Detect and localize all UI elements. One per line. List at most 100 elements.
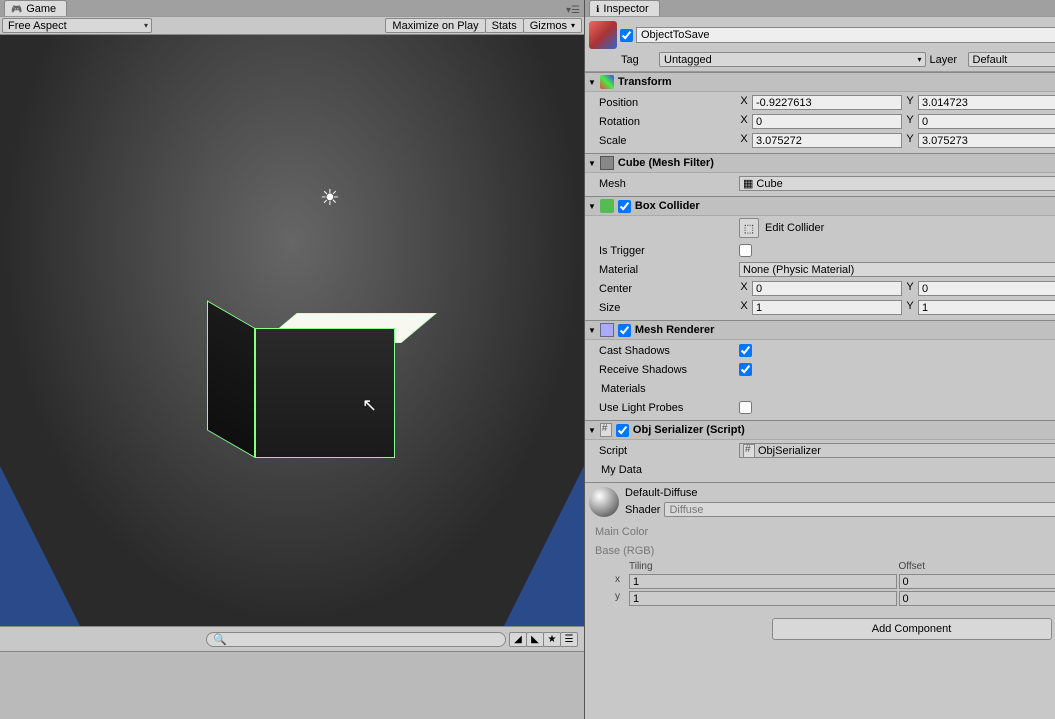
stats-button[interactable]: Stats bbox=[485, 18, 524, 33]
main-color-label: Main Color bbox=[595, 526, 648, 538]
favorite-icon[interactable]: ★ bbox=[543, 632, 561, 647]
component-mesh-filter: Cube (Mesh Filter) ?⚙ Mesh ▦Cube bbox=[585, 153, 1055, 196]
mesh-field[interactable]: ▦Cube bbox=[739, 176, 1055, 191]
game-toolbar: Free Aspect Maximize on Play Stats Gizmo… bbox=[0, 17, 584, 35]
mesh-filter-header[interactable]: Cube (Mesh Filter) ?⚙ bbox=[585, 154, 1055, 173]
tiling-y-input[interactable] bbox=[629, 591, 897, 606]
console-area bbox=[0, 651, 584, 719]
position-label: Position bbox=[589, 97, 739, 109]
material-preview-icon bbox=[589, 487, 619, 517]
aspect-dropdown[interactable]: Free Aspect bbox=[2, 18, 152, 33]
layer-dropdown[interactable]: Default bbox=[968, 52, 1055, 67]
foldout-icon[interactable] bbox=[588, 324, 596, 336]
y-label: Y bbox=[905, 95, 915, 110]
mesh-renderer-icon bbox=[600, 323, 614, 337]
tab-game[interactable]: Game bbox=[4, 0, 67, 16]
tag-dropdown[interactable]: Untagged bbox=[659, 52, 926, 67]
shader-dropdown[interactable]: Diffuse bbox=[664, 502, 1055, 517]
mouse-cursor-icon: ↖ bbox=[362, 395, 377, 416]
gameobject-active-checkbox[interactable] bbox=[620, 29, 633, 42]
position-y-input[interactable] bbox=[918, 95, 1055, 110]
light-gizmo-icon: ☀ bbox=[320, 185, 340, 211]
edit-collider-row: ⬚ Edit Collider bbox=[739, 218, 1055, 238]
scale-x-input[interactable] bbox=[752, 133, 902, 148]
filter-type-icon[interactable]: ◣ bbox=[526, 632, 544, 647]
obj-serializer-enabled-checkbox[interactable] bbox=[616, 424, 629, 437]
offset-header: Offset bbox=[899, 561, 1055, 572]
receive-shadows-label: Receive Shadows bbox=[589, 364, 739, 376]
center-y-input[interactable] bbox=[918, 281, 1055, 296]
box-collider-enabled-checkbox[interactable] bbox=[618, 200, 631, 213]
offset-y-input[interactable] bbox=[899, 591, 1055, 606]
foldout-icon[interactable] bbox=[588, 76, 596, 88]
search-input[interactable]: 🔍 bbox=[206, 632, 506, 647]
material-name: Default-Diffuse bbox=[625, 487, 1055, 499]
size-x-input[interactable] bbox=[752, 300, 902, 315]
gameobject-icon[interactable] bbox=[589, 21, 617, 49]
script-field[interactable]: ObjSerializer bbox=[739, 443, 1055, 458]
mesh-renderer-enabled-checkbox[interactable] bbox=[618, 324, 631, 337]
tab-game-label: Game bbox=[26, 3, 56, 15]
size-label: Size bbox=[589, 302, 739, 314]
add-component-button[interactable]: Add Component bbox=[772, 618, 1052, 640]
box-collider-header[interactable]: Box Collider ?⚙ bbox=[585, 197, 1055, 216]
row-y-label: y bbox=[615, 591, 627, 606]
game-view[interactable]: ☀ ↖ bbox=[0, 35, 584, 626]
size-y-input[interactable] bbox=[918, 300, 1055, 315]
cast-shadows-label: Cast Shadows bbox=[589, 345, 739, 357]
mesh-renderer-header[interactable]: Mesh Renderer ?⚙ bbox=[585, 321, 1055, 340]
mesh-label: Mesh bbox=[589, 178, 739, 190]
script-mini-icon bbox=[743, 444, 755, 458]
tiling-x-input[interactable] bbox=[629, 574, 897, 589]
aspect-dropdown-label: Free Aspect bbox=[8, 20, 67, 32]
box-collider-title: Box Collider bbox=[635, 200, 700, 212]
material-body: Main Color 💧 Base (RGB) TilingOffset x y bbox=[585, 521, 1055, 608]
rotation-label: Rotation bbox=[589, 116, 739, 128]
center-label: Center bbox=[589, 283, 739, 295]
cast-shadows-checkbox[interactable] bbox=[739, 344, 752, 357]
tab-inspector[interactable]: Inspector bbox=[589, 0, 660, 16]
box-collider-icon bbox=[600, 199, 614, 213]
edit-collider-button[interactable]: ⬚ bbox=[739, 218, 759, 238]
transform-icon bbox=[600, 75, 614, 89]
inspector-tab-bar: Inspector 🔒 ▾☰ bbox=[585, 0, 1055, 17]
x-label: X bbox=[739, 95, 749, 110]
game-tab-bar: Game ▾☰ bbox=[0, 0, 584, 17]
mesh-renderer-title: Mesh Renderer bbox=[635, 324, 714, 336]
scale-y-input[interactable] bbox=[918, 133, 1055, 148]
row-x-label: x bbox=[615, 574, 627, 589]
material-header: Default-Diffuse Shader Diffuse Edit... ?… bbox=[585, 482, 1055, 521]
transform-header[interactable]: Transform ? ⚙ bbox=[585, 73, 1055, 92]
script-icon bbox=[600, 423, 612, 437]
gizmos-button[interactable]: Gizmos bbox=[523, 18, 582, 33]
list-menu-icon[interactable]: ☰ bbox=[560, 632, 578, 647]
foldout-icon[interactable] bbox=[588, 157, 596, 169]
component-obj-serializer: Obj Serializer (Script) ?⚙ ScriptObjSeri… bbox=[585, 420, 1055, 482]
base-rgb-label: Base (RGB) bbox=[595, 545, 654, 557]
rotation-y-input[interactable] bbox=[918, 114, 1055, 129]
panel-menu-icon[interactable]: ▾☰ bbox=[566, 5, 580, 16]
light-probes-checkbox[interactable] bbox=[739, 401, 752, 414]
foldout-icon[interactable] bbox=[588, 424, 596, 436]
mesh-filter-title: Cube (Mesh Filter) bbox=[618, 157, 714, 169]
component-transform: Transform ? ⚙ Position X Y Z Rotation bbox=[585, 72, 1055, 153]
offset-x-input[interactable] bbox=[899, 574, 1055, 589]
physic-material-label: Material bbox=[589, 264, 739, 276]
edit-collider-label: Edit Collider bbox=[765, 222, 824, 234]
receive-shadows-checkbox[interactable] bbox=[739, 363, 752, 376]
physic-material-field[interactable]: None (Physic Material) bbox=[739, 262, 1055, 277]
layer-label: Layer bbox=[930, 54, 964, 66]
gameobject-name-input[interactable] bbox=[636, 27, 1055, 43]
scene-floor-left bbox=[0, 466, 80, 626]
scene-floor-right bbox=[504, 466, 584, 626]
rotation-x-input[interactable] bbox=[752, 114, 902, 129]
component-box-collider: Box Collider ?⚙ ⬚ Edit Collider Is Trigg… bbox=[585, 196, 1055, 320]
position-x-input[interactable] bbox=[752, 95, 902, 110]
transform-title: Transform bbox=[618, 76, 672, 88]
center-x-input[interactable] bbox=[752, 281, 902, 296]
is-trigger-checkbox[interactable] bbox=[739, 244, 752, 257]
maximize-on-play-button[interactable]: Maximize on Play bbox=[385, 18, 485, 33]
obj-serializer-header[interactable]: Obj Serializer (Script) ?⚙ bbox=[585, 421, 1055, 440]
filter-hierarchy-icon[interactable]: ◢ bbox=[509, 632, 527, 647]
foldout-icon[interactable] bbox=[588, 200, 596, 212]
